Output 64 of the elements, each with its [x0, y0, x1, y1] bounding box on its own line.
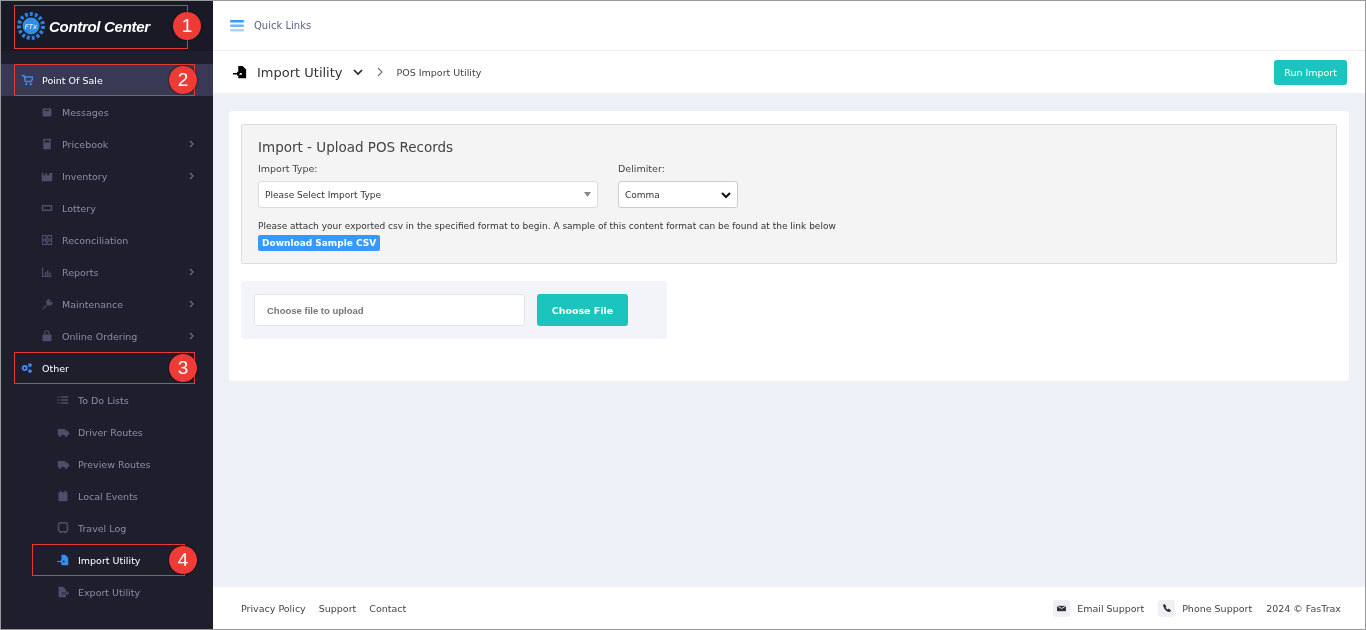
- truck-icon: [57, 458, 69, 470]
- file-import-icon: [57, 554, 69, 566]
- nav-item[interactable]: Preview Routes: [1, 448, 213, 480]
- nav-item[interactable]: Pricebook: [1, 128, 213, 160]
- list-icon: [57, 394, 69, 406]
- nav-item[interactable]: Reports: [1, 256, 213, 288]
- ticket-icon: [41, 202, 53, 214]
- nav-item[interactable]: Messages: [1, 96, 213, 128]
- truck-icon: [57, 426, 69, 438]
- nav-item[interactable]: Import Utility 4: [1, 544, 213, 576]
- footer-link[interactable]: Privacy Policy: [241, 602, 306, 614]
- panel-title: Import - Upload POS Records: [258, 139, 455, 155]
- app-title: Control Center: [49, 17, 150, 35]
- menu-icon: [230, 19, 244, 32]
- copyright-text: 2024 © FasTrax: [1266, 602, 1341, 614]
- nav-item[interactable]: Maintenance: [1, 288, 213, 320]
- import-type-dropdown[interactable]: Please Select Import Type: [258, 181, 598, 208]
- grid-icon: [41, 234, 53, 246]
- inbox-icon: [41, 106, 53, 118]
- dropdown-arrow-icon: [584, 192, 591, 197]
- bar-chart-icon: [41, 266, 53, 278]
- nav-section[interactable]: Other 3: [1, 352, 213, 384]
- nav-item[interactable]: Local Events: [1, 480, 213, 512]
- delimiter-dropdown[interactable]: Comma: [618, 181, 738, 208]
- bus-icon: [57, 522, 69, 534]
- envelope-icon: [1053, 599, 1071, 617]
- phone-support-link[interactable]: Phone Support: [1182, 602, 1253, 614]
- breadcrumb: POS Import Utility: [396, 66, 483, 78]
- nav-section[interactable]: Point Of Sale 2: [1, 64, 213, 96]
- instruction-text: Please attach your exported csv in the specified format to begin. A sample of this content format can be found at the link below: [258, 221, 837, 231]
- nav-item[interactable]: Driver Routes: [1, 416, 213, 448]
- callout-badge: 3: [169, 354, 197, 382]
- callout-badge: 1: [173, 12, 201, 40]
- file-export-icon: [57, 586, 69, 598]
- footer-link[interactable]: Support: [318, 602, 357, 614]
- cart-icon: [21, 74, 33, 86]
- callout-badge: 4: [169, 546, 197, 574]
- calendar-icon: [57, 490, 69, 502]
- download-sample-button[interactable]: Download Sample CSV: [258, 235, 381, 251]
- nav-item[interactable]: Inventory: [1, 160, 213, 192]
- bag-icon: [41, 330, 53, 342]
- file-input-field[interactable]: Choose file to upload: [254, 294, 525, 326]
- field-label: Import Type:: [258, 163, 319, 174]
- page-title: Import Utility: [257, 64, 343, 80]
- nav-item[interactable]: Reconciliation: [1, 224, 213, 256]
- nav-item[interactable]: Lottery: [1, 192, 213, 224]
- caret-icon[interactable]: [352, 67, 363, 77]
- chevron-icon: [376, 67, 383, 77]
- quick-links-link[interactable]: Quick Links: [230, 19, 312, 32]
- callout-badge: 2: [169, 66, 197, 94]
- field-label: Delimiter:: [618, 163, 666, 174]
- wrench-icon: [41, 298, 53, 310]
- footer-link[interactable]: Contact: [369, 602, 407, 614]
- phone-icon: [1158, 599, 1176, 617]
- caret-icon: [721, 189, 731, 200]
- file-import-icon: [233, 65, 247, 79]
- gears-icon: [21, 362, 33, 374]
- nav-item[interactable]: Export Utility: [1, 576, 213, 608]
- calculator-icon: [41, 138, 53, 150]
- nav-item[interactable]: Travel Log: [1, 512, 213, 544]
- warehouse-icon: [41, 170, 53, 182]
- nav-item[interactable]: To Do Lists: [1, 384, 213, 416]
- nav-item[interactable]: Online Ordering: [1, 320, 213, 352]
- email-support-link[interactable]: Email Support: [1077, 602, 1145, 614]
